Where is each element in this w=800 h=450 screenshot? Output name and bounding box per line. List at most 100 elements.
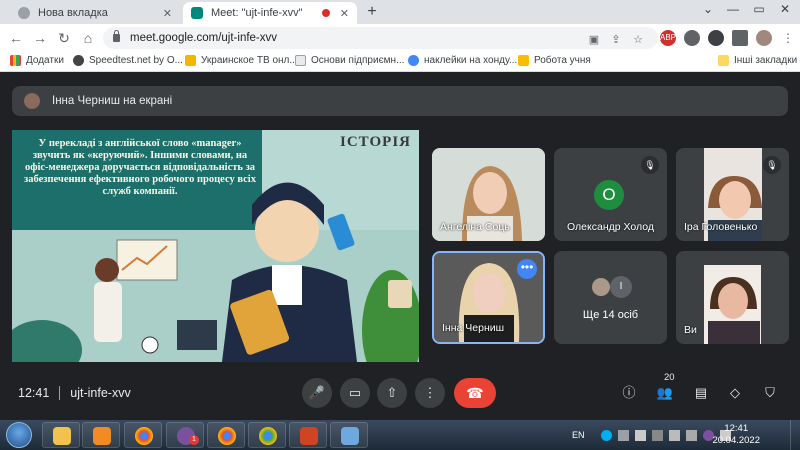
adblock-icon[interactable]: ABP — [660, 30, 676, 46]
show-desktop-button[interactable] — [790, 420, 800, 450]
taskbar-photos[interactable] — [330, 422, 368, 448]
sidebar-icon[interactable] — [732, 30, 748, 46]
url-text: meet.google.com/ujt-infe-xvv — [130, 32, 278, 44]
system-clock[interactable]: 12:41 20.04.2022 — [712, 423, 760, 447]
close-tab-icon[interactable]: ✕ — [163, 7, 172, 20]
slide-body-text: У перекладі з англійської слово «manager… — [24, 138, 256, 197]
meet-icon — [191, 7, 203, 19]
taskbar: 1 EN 12:41 20.04.2022 — [0, 420, 800, 450]
tray-icon[interactable] — [634, 429, 646, 441]
participant-tile[interactable]: 🎙 Іра Головенько — [676, 148, 789, 241]
present-screen-button[interactable]: ⇧ — [377, 378, 407, 408]
participant-name: Олександр Холод — [567, 221, 654, 233]
taskbar-viber[interactable]: 1 — [166, 422, 204, 448]
bookmark-osnovy[interactable]: Основи підприємн... — [295, 55, 404, 66]
start-button[interactable] — [6, 422, 32, 448]
meeting-details-icon[interactable]: ⓘ — [618, 382, 640, 404]
chrome-icon — [135, 427, 153, 445]
taskbar-media[interactable] — [82, 422, 120, 448]
more-options-button[interactable]: ⋮ — [415, 378, 445, 408]
apps-icon — [10, 55, 21, 66]
tv-icon — [185, 55, 196, 66]
taskbar-powerpoint[interactable] — [289, 422, 327, 448]
participant-name: Іра Головенько — [684, 221, 758, 233]
doc-icon — [295, 55, 306, 66]
new-tab-button[interactable]: + — [362, 3, 382, 21]
host-controls-icon[interactable]: ⛉ — [759, 382, 781, 404]
close-tab-icon[interactable]: ✕ — [340, 7, 349, 20]
taskbar-chrome-3[interactable] — [248, 422, 286, 448]
profile-avatar[interactable] — [756, 30, 772, 46]
presenting-label: Інна Черниш на екрані — [52, 95, 173, 107]
participant-tile[interactable]: 🎙 О Олександр Холод — [554, 148, 667, 241]
share-icon[interactable]: ⇪ — [608, 32, 624, 48]
divider — [59, 386, 61, 400]
bookmark-apps[interactable]: Додатки — [10, 55, 64, 66]
participant-tile-others[interactable]: І Ще 14 осіб — [554, 251, 667, 344]
toolbar: ← → ↻ ⌂ meet.google.com/ujt-infe-xvv ▣ ⇪… — [0, 24, 800, 52]
tab-new-tab[interactable]: Нова вкладка ✕ — [10, 2, 180, 24]
meeting-info: 12:41 ujt-infe-xvv — [18, 386, 131, 400]
speedtest-icon — [73, 55, 84, 66]
recording-dot-icon — [321, 9, 330, 17]
close-window-icon[interactable]: ✕ — [774, 2, 796, 16]
presenting-banner: Інна Черниш на екрані — [12, 86, 788, 116]
menu-icon[interactable]: ⋮ — [780, 30, 796, 46]
avatar — [590, 276, 612, 298]
people-count-badge: 20 — [664, 372, 675, 383]
tab-search-icon[interactable]: ⌄ — [697, 2, 719, 16]
minimize-icon[interactable]: — — [722, 2, 744, 16]
meeting-controls: 12:41 ujt-infe-xvv 🎤 ▭ ⇧ ⋮ ☎ ⓘ 👥 20 ▤ ◇ … — [0, 372, 800, 414]
meeting-code: ujt-infe-xvv — [70, 386, 131, 400]
participant-tile-self[interactable]: Ви — [676, 251, 789, 344]
chrome-icon — [18, 7, 30, 19]
skype-icon[interactable] — [600, 429, 612, 441]
clock-date: 20.04.2022 — [712, 435, 760, 446]
network-icon[interactable] — [668, 429, 680, 441]
bookmark-speedtest[interactable]: Speedtest.net by O... — [73, 55, 183, 66]
camera-button[interactable]: ▭ — [340, 378, 370, 408]
clock-time: 12:41 — [724, 423, 749, 434]
language-indicator[interactable]: EN — [572, 430, 585, 440]
tray-icon[interactable] — [651, 429, 663, 441]
maximize-icon[interactable]: ▭ — [748, 2, 770, 16]
taskbar-explorer[interactable] — [42, 422, 80, 448]
bookmark-stickers[interactable]: наклейки на хонду... — [408, 55, 517, 66]
mic-off-icon: 🎙 — [763, 156, 781, 174]
camera-icon[interactable]: ▣ — [586, 32, 602, 48]
taskbar-chrome-2[interactable] — [207, 422, 245, 448]
puzzle-icon[interactable] — [708, 30, 724, 46]
bookmarks-bar: Додатки Speedtest.net by O... Украинское… — [0, 52, 800, 72]
bookmark-other[interactable]: Інші закладки — [718, 55, 797, 66]
presentation-slide: У перекладі з англійської слово «manager… — [12, 130, 419, 362]
notification-badge: 1 — [189, 435, 199, 445]
reload-icon[interactable]: ↻ — [54, 28, 74, 48]
address-bar[interactable]: meet.google.com/ujt-infe-xvv ▣ ⇪ ☆ — [103, 27, 658, 49]
people-icon[interactable]: 👥 — [654, 382, 676, 404]
participant-tile[interactable]: Ангеліна Соць — [432, 148, 545, 241]
forward-icon[interactable]: → — [30, 28, 50, 48]
participant-tile-active[interactable]: ••• Інна Черниш — [432, 251, 545, 344]
bookmark-ukr-tv[interactable]: Украинское ТВ онл... — [185, 55, 298, 66]
battery-icon[interactable] — [685, 429, 697, 441]
powerpoint-icon — [300, 427, 318, 445]
avatar: О — [594, 180, 624, 210]
tray-icon[interactable] — [617, 429, 629, 441]
participant-name: Інна Черниш — [442, 322, 505, 334]
extension-icon[interactable] — [684, 30, 700, 46]
bookmark-robota[interactable]: Робота учня — [518, 55, 591, 66]
chat-icon[interactable]: ▤ — [690, 382, 712, 404]
bookmark-star-icon[interactable]: ☆ — [630, 32, 646, 48]
lock-icon — [113, 30, 120, 42]
tab-meet[interactable]: Meet: "ujt-infe-xvv" ✕ — [183, 2, 357, 24]
more-options-icon[interactable]: ••• — [517, 259, 537, 279]
activities-icon[interactable]: ◇ — [724, 382, 746, 404]
folder-icon — [53, 427, 71, 445]
folder-icon — [718, 55, 729, 66]
leave-call-button[interactable]: ☎ — [454, 378, 496, 408]
microphone-button[interactable]: 🎤 — [302, 378, 332, 408]
avatar-group: І — [590, 276, 632, 298]
taskbar-chrome[interactable] — [124, 422, 162, 448]
home-icon[interactable]: ⌂ — [78, 28, 98, 48]
back-icon[interactable]: ← — [6, 28, 26, 48]
